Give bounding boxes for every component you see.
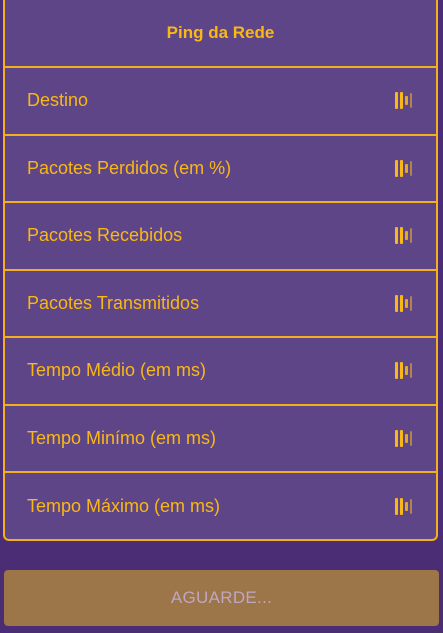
row-label: Pacotes Recebidos xyxy=(27,225,183,246)
row-label: Destino xyxy=(27,90,89,111)
signal-bars-icon xyxy=(395,226,412,246)
signal-bars-icon xyxy=(395,293,412,313)
signal-bars-icon xyxy=(395,361,412,381)
row-label: Tempo Minímo (em ms) xyxy=(27,427,217,448)
ping-screen: Ping da Rede Destino Pacotes Perdidos (e… xyxy=(0,0,443,633)
panel-header: Ping da Rede xyxy=(5,0,436,68)
page-title: Ping da Rede xyxy=(166,23,275,42)
result-row-destino: Destino xyxy=(5,68,436,136)
row-label: Tempo Médio (em ms) xyxy=(27,360,207,381)
result-row-tempo-medio: Tempo Médio (em ms) xyxy=(5,338,436,406)
result-row-pacotes-transmitidos: Pacotes Transmitidos xyxy=(5,271,436,338)
signal-bars-icon xyxy=(395,158,412,178)
row-label: Pacotes Transmitidos xyxy=(27,292,200,313)
result-row-tempo-maximo: Tempo Máximo (em ms) xyxy=(5,473,436,541)
ping-results-panel: Ping da Rede Destino Pacotes Perdidos (e… xyxy=(3,0,438,541)
signal-bars-icon xyxy=(395,497,412,517)
row-label: Pacotes Perdidos (em %) xyxy=(27,157,232,178)
wait-button[interactable]: AGUARDE... xyxy=(4,570,439,626)
signal-bars-icon xyxy=(395,91,412,111)
result-row-pacotes-recebidos: Pacotes Recebidos xyxy=(5,203,436,271)
result-row-pacotes-perdidos: Pacotes Perdidos (em %) xyxy=(5,136,436,203)
result-row-tempo-minimo: Tempo Minímo (em ms) xyxy=(5,406,436,473)
row-label: Tempo Máximo (em ms) xyxy=(27,496,221,517)
signal-bars-icon xyxy=(395,428,412,448)
